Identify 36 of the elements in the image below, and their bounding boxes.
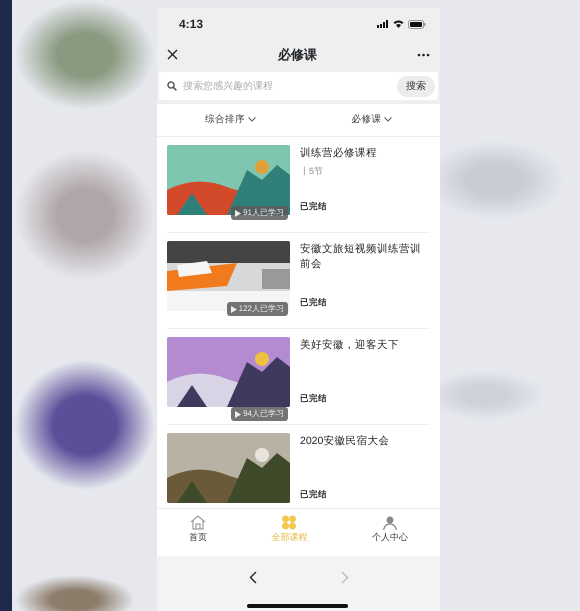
course-status: 已完结 [300, 392, 328, 405]
filter-dropdown[interactable]: 必修课 [347, 110, 396, 130]
status-time: 4:13 [179, 16, 204, 33]
back-icon [248, 571, 256, 584]
forward-icon [340, 571, 348, 584]
close-icon [167, 49, 178, 60]
course-status: 已完结 [300, 200, 328, 213]
course-title[interactable]: 2020安徽民宿大会 [300, 434, 430, 450]
lesson-count: 丨5节 [300, 165, 324, 178]
tab-item[interactable]: 首页 [179, 513, 218, 546]
filter-dropdown[interactable]: 综合排序 [200, 110, 260, 130]
tab-item[interactable]: 个人中心 [362, 513, 418, 546]
wifi-icon [393, 20, 404, 28]
learner-count: 122人已学习 [238, 303, 284, 315]
course-title[interactable]: 安徽文旅短视频训练营训前会 [300, 242, 430, 272]
page-title: 必修课 [278, 46, 317, 64]
battery-icon [408, 20, 426, 28]
more-icon [417, 52, 430, 57]
search-button[interactable]: 搜索 [397, 76, 435, 96]
search-icon [167, 81, 177, 91]
course-status: 已完结 [300, 296, 328, 309]
person-icon [382, 515, 398, 530]
play-icon [235, 210, 242, 216]
search-field[interactable]: 搜索您感兴趣的课程 搜索 [159, 72, 438, 100]
home-icon [190, 515, 206, 530]
caret-icon [384, 116, 392, 122]
clover-icon [281, 515, 298, 530]
play-icon [235, 410, 242, 418]
caret-icon [248, 116, 256, 122]
learner-count: 91人已学习 [243, 207, 284, 219]
course-status: 已完结 [300, 488, 328, 501]
play-icon [230, 306, 237, 312]
learner-count: 94人已学习 [243, 408, 284, 420]
course-title[interactable]: 美好安徽，迎客天下 [300, 338, 430, 354]
course-title[interactable]: 训练营必修课程 [300, 146, 430, 162]
signal-icon [377, 20, 389, 28]
